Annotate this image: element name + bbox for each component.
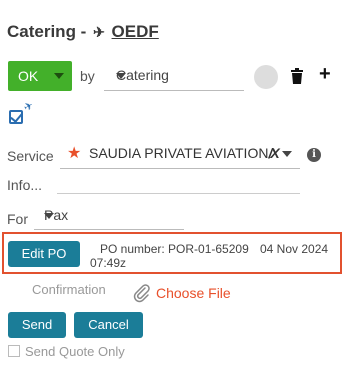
send-quote-only-label: Send Quote Only: [25, 344, 125, 359]
status-dropdown-button[interactable]: OK: [8, 61, 72, 91]
po-date: 04 Nov 2024: [260, 242, 329, 256]
airplane-icon: ✈: [21, 99, 36, 115]
flight-checkbox[interactable]: [9, 110, 23, 124]
star-icon: ★: [67, 145, 82, 162]
trash-icon[interactable]: [290, 68, 304, 84]
page-title: Catering - ✈ OEDF: [7, 22, 159, 42]
edit-po-button[interactable]: Edit PO: [8, 241, 80, 267]
status-label: OK: [18, 68, 39, 84]
info-input[interactable]: [57, 193, 300, 194]
registration-link[interactable]: OEDF: [112, 22, 159, 41]
avatar[interactable]: [254, 65, 278, 89]
service-label: Service: [7, 148, 54, 164]
for-select[interactable]: Pax: [34, 203, 184, 230]
paperclip-icon[interactable]: [132, 283, 152, 303]
info-icon[interactable]: i: [307, 148, 321, 162]
send-button[interactable]: Send: [8, 312, 66, 338]
chevron-down-icon: [282, 151, 292, 157]
po-number: PO number: POR-01-65209: [100, 242, 249, 256]
cancel-button[interactable]: Cancel: [74, 312, 143, 338]
chevron-down-icon: [44, 213, 54, 219]
send-quote-only-checkbox[interactable]: [8, 345, 20, 357]
po-time: 07:49z: [90, 256, 127, 270]
info-label: Info...: [7, 177, 43, 193]
choose-file-link[interactable]: Choose File: [156, 285, 231, 301]
service-value: SAUDIA PRIVATE AVIATION/X: [89, 145, 280, 161]
by-label: by: [80, 68, 95, 84]
check-icon: [10, 110, 23, 123]
for-label: For: [7, 211, 28, 227]
title-prefix: Catering -: [7, 22, 87, 41]
by-select[interactable]: Catering: [104, 62, 244, 91]
confirmation-label: Confirmation: [32, 282, 106, 297]
airplane-icon: ✈: [93, 24, 105, 40]
chevron-down-icon: [54, 73, 64, 79]
add-icon[interactable]: +: [319, 63, 331, 86]
service-select[interactable]: ★ SAUDIA PRIVATE AVIATION/X: [60, 140, 300, 169]
chevron-down-icon: [116, 73, 126, 79]
